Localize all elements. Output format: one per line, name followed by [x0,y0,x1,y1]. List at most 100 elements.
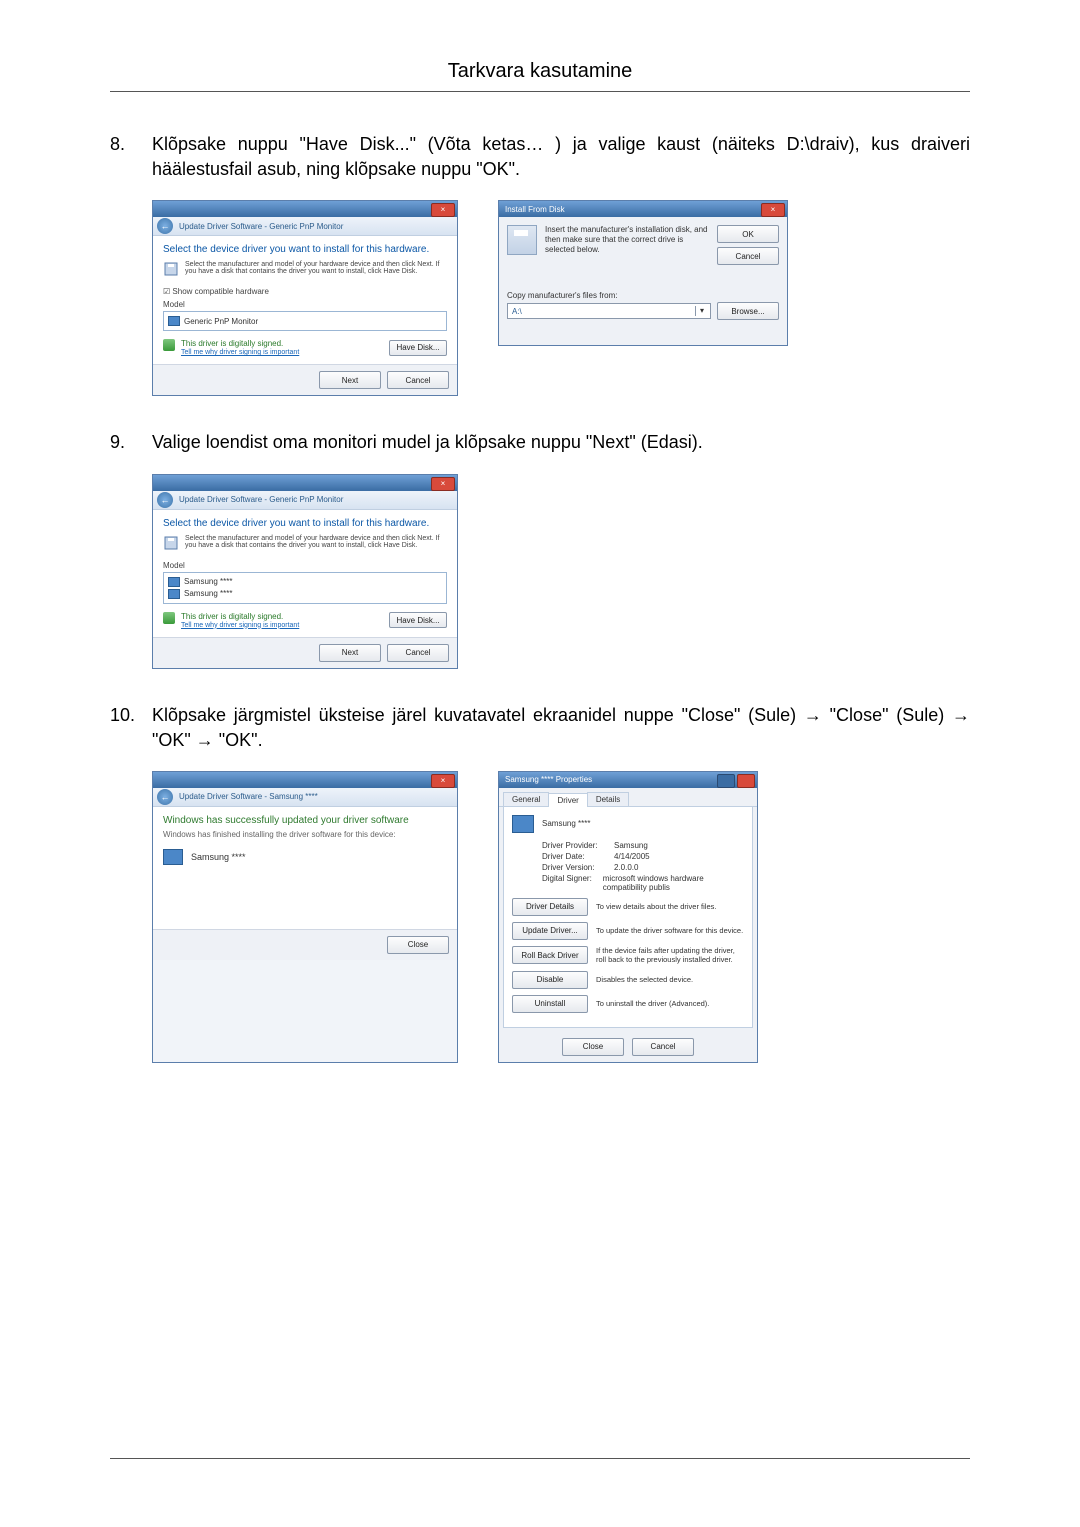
breadcrumb: ← Update Driver Software - Generic PnP M… [153,491,457,510]
close-button[interactable]: Close [387,936,449,954]
properties-tabs: General Driver Details [499,788,757,807]
close-icon[interactable]: × [761,203,785,217]
kv-value: microsoft windows hardware compatibility… [603,874,744,892]
cancel-button[interactable]: Cancel [632,1038,694,1056]
breadcrumb: ← Update Driver Software - Generic PnP M… [153,217,457,236]
update-driver-button[interactable]: Update Driver... [512,922,588,940]
browse-button[interactable]: Browse... [717,302,779,320]
monitor-icon [168,577,180,587]
close-icon[interactable]: × [431,203,455,217]
back-icon[interactable]: ← [157,218,173,234]
next-button[interactable]: Next [319,371,381,389]
list-label: Model [163,300,447,309]
list-item[interactable]: Samsung **** [168,576,442,588]
dialog-heading: Select the device driver you want to ins… [163,244,447,255]
signed-text: This driver is digitally signed. [181,339,299,348]
action-desc: To view details about the driver files. [596,902,744,911]
list-label: Model [163,561,447,570]
have-disk-button[interactable]: Have Disk... [389,340,447,356]
model-listbox[interactable]: Samsung **** Samsung **** [163,572,447,604]
rollback-driver-button[interactable]: Roll Back Driver [512,946,588,964]
signed-notice: This driver is digitally signed. Tell me… [163,612,299,629]
signed-text: This driver is digitally signed. [181,612,299,621]
model-listbox[interactable]: Generic PnP Monitor [163,311,447,331]
kv-key: Digital Signer: [542,874,597,892]
monitor-icon [512,815,534,833]
monitor-icon [168,316,180,326]
tab-general[interactable]: General [503,792,549,806]
have-disk-button[interactable]: Have Disk... [389,612,447,628]
dialog-message: Insert the manufacturer's installation d… [545,225,709,265]
ok-button[interactable]: OK [717,225,779,243]
why-signing-link[interactable]: Tell me why driver signing is important [181,622,299,629]
driver-details-button[interactable]: Driver Details [512,898,588,916]
copy-from-label: Copy manufacturer's files from: [507,291,779,300]
close-icon[interactable]: × [431,774,455,788]
disable-button[interactable]: Disable [512,971,588,989]
floppy-icon [507,225,537,255]
step-10-number: 10. [110,703,152,753]
disk-icon [163,261,179,277]
cancel-button[interactable]: Cancel [387,644,449,662]
close-icon[interactable]: × [431,477,455,491]
divider-bottom [110,1458,970,1459]
back-icon[interactable]: ← [157,789,173,805]
device-header: Samsung **** [512,815,744,833]
list-item[interactable]: Samsung **** [168,588,442,600]
shield-icon [163,612,175,624]
dialog-instruction: Select the manufacturer and model of you… [163,261,447,277]
device-name: Samsung **** [191,852,246,862]
breadcrumb-text: Update Driver Software - Generic PnP Mon… [179,495,343,504]
device-row: Samsung **** [163,849,447,865]
device-name: Samsung **** [542,819,590,828]
dialog-heading: Select the device driver you want to ins… [163,518,447,529]
tab-details[interactable]: Details [587,792,629,806]
chevron-down-icon[interactable]: ▾ [695,306,708,316]
signed-notice: This driver is digitally signed. Tell me… [163,339,299,356]
window-update-driver-step9: × ← Update Driver Software - Generic PnP… [152,474,458,669]
kv-value: 2.0.0.0 [614,863,638,872]
dialog-instruction-text: Select the manufacturer and model of you… [185,261,447,277]
dialog-title: Samsung **** Properties [505,775,592,784]
why-signing-link[interactable]: Tell me why driver signing is important [181,349,299,356]
step-9-number: 9. [110,430,152,455]
monitor-icon [168,589,180,599]
window-device-properties: Samsung **** Properties General Driver D… [498,771,758,1063]
list-item-label: Samsung **** [184,589,232,598]
success-subtext: Windows has finished installing the driv… [163,830,447,839]
step-8: 8. Klõpsake nuppu "Have Disk..." (Võta k… [110,132,970,182]
kv-value: 4/14/2005 [614,852,650,861]
drive-combobox[interactable]: A:\ ▾ [507,303,711,319]
kv-value: Samsung [614,841,648,850]
dialog-instruction: Select the manufacturer and model of you… [163,535,447,551]
shield-icon [163,339,175,351]
window-update-success: × ← Update Driver Software - Samsung ***… [152,771,458,1063]
action-desc: If the device fails after updating the d… [596,946,744,965]
kv-key: Driver Provider: [542,841,608,850]
step-9: 9. Valige loendist oma monitori mudel ja… [110,430,970,455]
drive-value: A:\ [512,307,522,316]
close-icon[interactable] [737,774,755,788]
titlebar: × [153,772,457,788]
help-icon[interactable] [717,774,735,788]
window-install-from-disk: Install From Disk × Insert the manufactu… [498,200,788,346]
step-8-text: Klõpsake nuppu "Have Disk..." (Võta keta… [152,132,970,182]
cancel-button[interactable]: Cancel [717,247,779,265]
page-title: Tarkvara kasutamine [110,60,970,83]
disk-icon [163,535,179,551]
back-icon[interactable]: ← [157,492,173,508]
show-compatible-checkbox[interactable]: ☑ Show compatible hardware [163,287,447,296]
step-9-text: Valige loendist oma monitori mudel ja kl… [152,430,970,455]
uninstall-button[interactable]: Uninstall [512,995,588,1013]
breadcrumb: ← Update Driver Software - Samsung **** [153,788,457,807]
step-10-text: Klõpsake järgmistel üksteise järel kuvat… [152,703,970,753]
next-button[interactable]: Next [319,644,381,662]
cancel-button[interactable]: Cancel [387,371,449,389]
list-item-label: Generic PnP Monitor [184,317,258,326]
tab-driver[interactable]: Driver [548,793,587,807]
step-8-number: 8. [110,132,152,182]
titlebar: × [153,475,457,491]
close-button[interactable]: Close [562,1038,624,1056]
list-item[interactable]: Generic PnP Monitor [168,315,442,327]
show-compatible-label: Show compatible hardware [172,287,269,296]
